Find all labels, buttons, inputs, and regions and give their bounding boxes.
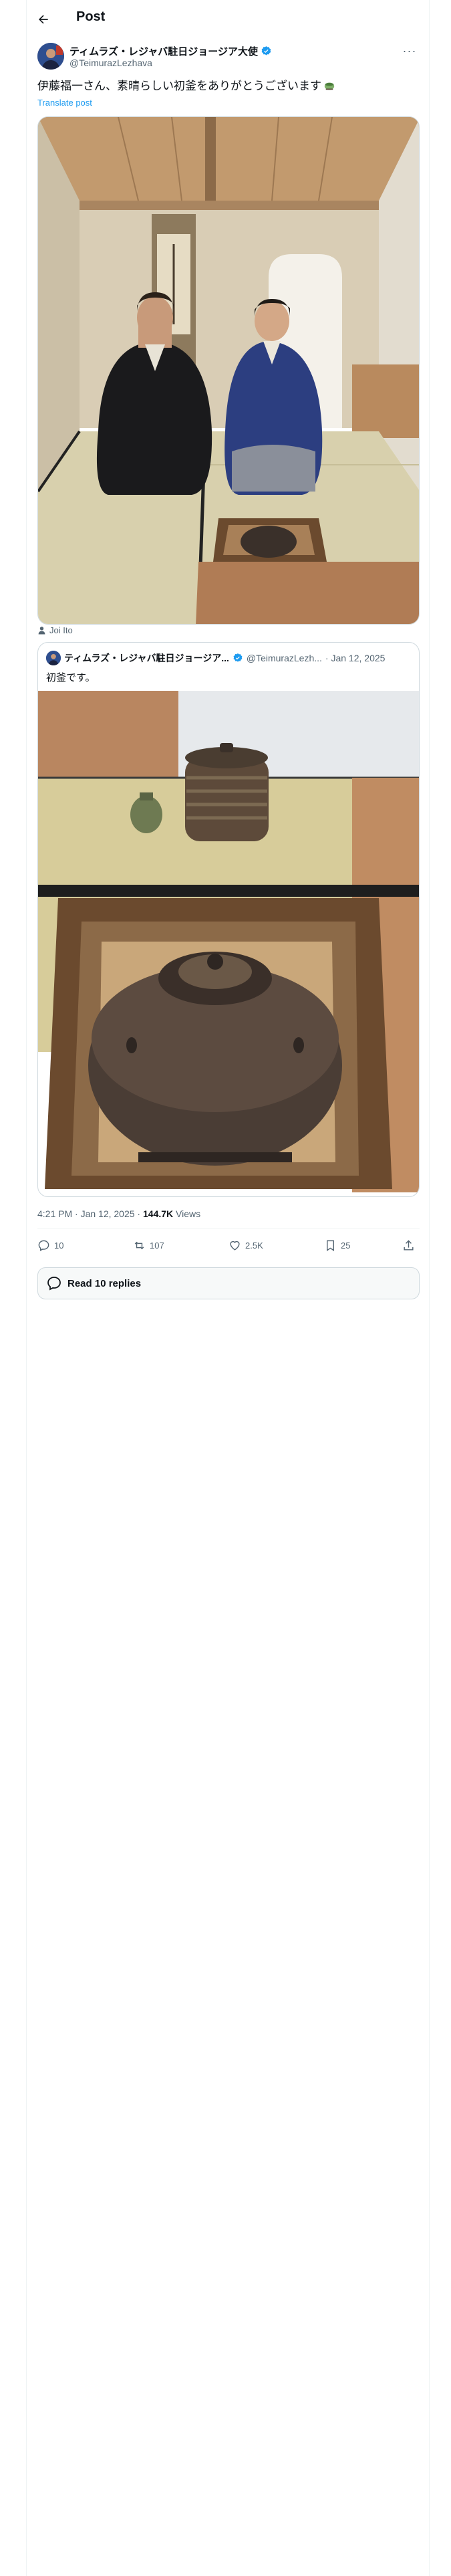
repost-icon — [134, 1241, 144, 1250]
speech-bubble-icon — [47, 1277, 61, 1291]
post-timestamp[interactable]: 4:21 PM · Jan 12, 2025 — [37, 1208, 135, 1219]
read-replies-label: Read 10 replies — [67, 1277, 142, 1289]
post-author: ティムラズ・レジャバ駐日ジョージア大使 @TeimurazLezhava ··· — [37, 43, 420, 72]
author-name[interactable]: ティムラズ・レジャバ駐日ジョージア大使 — [69, 44, 258, 58]
reply-icon — [38, 1240, 49, 1251]
quoted-post-header: ティムラズ・レジャバ駐日ジョージア... @TeimurazLezh... · … — [46, 651, 385, 665]
author-handle[interactable]: @TeimurazLezhava — [69, 58, 152, 68]
back-button[interactable] — [32, 8, 55, 31]
bookmark-button[interactable]: 25 — [324, 1239, 350, 1252]
bookmark-count: 25 — [341, 1241, 351, 1251]
arrow-left-icon — [39, 15, 48, 24]
views-label: Views — [176, 1208, 201, 1219]
quoted-post[interactable]: ティムラズ・レジャバ駐日ジョージア... @TeimurazLezh... · … — [37, 642, 420, 1197]
bookmark-icon — [327, 1240, 334, 1251]
heart-icon — [230, 1241, 240, 1251]
quoted-author-handle: @TeimurazLezh... — [246, 653, 322, 663]
main-column: Post ティムラズ・レジャバ駐日ジョージア大使 @TeimurazLezhav… — [26, 0, 430, 2576]
post-actions: 10 107 2.5K 25 — [37, 1234, 420, 1261]
views-count: 144.7K — [143, 1208, 174, 1219]
quoted-author-name: ティムラズ・レジャバ駐日ジョージア... — [64, 653, 229, 663]
translate-post-link[interactable]: Translate post — [37, 98, 92, 108]
quoted-avatar — [46, 651, 61, 665]
quoted-date: · Jan 12, 2025 — [325, 653, 386, 663]
page-title: Post — [76, 9, 106, 24]
post-text-content: 伊藤福一さん、素晴らしい初釜をありがとうございます — [37, 80, 321, 92]
person-icon — [38, 627, 45, 635]
top-bar: Post — [27, 0, 430, 37]
verified-badge-icon — [233, 653, 243, 662]
reply-button[interactable]: 10 — [37, 1239, 63, 1252]
like-button[interactable]: 2.5K — [229, 1239, 263, 1252]
post-meta: 4:21 PM · Jan 12, 2025 · 144.7K Views — [37, 1208, 201, 1219]
post-photo-tea-room[interactable] — [37, 116, 420, 625]
repost-count: 107 — [150, 1241, 164, 1251]
reply-count: 10 — [54, 1241, 64, 1251]
share-button[interactable] — [402, 1239, 415, 1252]
read-replies-button[interactable]: Read 10 replies — [37, 1267, 420, 1299]
avatar[interactable] — [37, 43, 64, 70]
verified-badge-icon — [261, 46, 271, 56]
tea-emoji-icon — [324, 82, 335, 90]
repost-button[interactable]: 107 — [133, 1239, 164, 1252]
more-icon: ··· — [402, 43, 417, 58]
more-button[interactable]: ··· — [400, 44, 420, 58]
tagged-users[interactable]: Joi Ito — [37, 625, 73, 635]
quoted-photo-kettle[interactable] — [38, 691, 419, 1196]
author-name-row: ティムラズ・レジャバ駐日ジョージア大使 — [69, 44, 272, 58]
quoted-post-text: 初釜です。 — [46, 672, 96, 683]
tagged-user-name: Joi Ito — [49, 625, 73, 635]
like-count: 2.5K — [245, 1241, 263, 1251]
post-text: 伊藤福一さん、素晴らしい初釜をありがとうございます — [37, 79, 335, 94]
share-icon — [404, 1240, 414, 1251]
